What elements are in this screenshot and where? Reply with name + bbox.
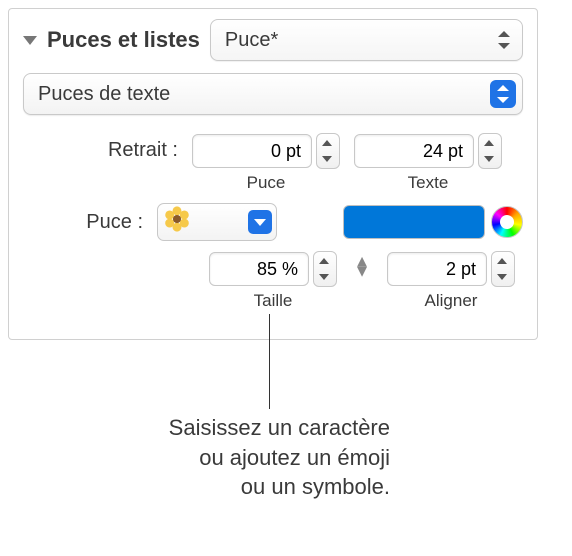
align-field[interactable] — [387, 252, 487, 286]
chevron-updown-icon — [490, 80, 516, 108]
callout-leader-line — [269, 314, 270, 409]
size-align-row: Taille Aligner — [23, 251, 523, 311]
color-picker-icon[interactable] — [491, 206, 523, 238]
bullet-label: Puce : — [23, 211, 143, 234]
size-group: Taille — [209, 251, 337, 311]
header-row: Puces et listes Puce* — [23, 19, 523, 61]
align-caption: Aligner — [425, 291, 478, 311]
bullet-type-value: Puces de texte — [38, 83, 170, 106]
bullet-color-group — [343, 205, 523, 239]
size-field[interactable] — [209, 252, 309, 286]
callout-text: Saisissez un caractère ou ajoutez un émo… — [70, 413, 390, 502]
disclosure-triangle-icon[interactable] — [23, 36, 37, 45]
flower-icon — [164, 206, 190, 238]
text-indent-group: Texte — [354, 133, 502, 193]
callout-line-1: Saisissez un caractère — [70, 413, 390, 443]
chevron-down-icon — [248, 210, 272, 234]
bullet-indent-stepper[interactable] — [316, 133, 340, 169]
bullets-lists-panel: Puces et listes Puce* Puces de texte Ret… — [8, 8, 538, 340]
bullet-character-popup[interactable] — [157, 203, 277, 241]
size-caption: Taille — [254, 291, 293, 311]
bullet-indent-group: Puce — [192, 133, 340, 193]
bullet-indent-field[interactable] — [192, 134, 312, 168]
section-title: Puces et listes — [47, 27, 200, 53]
text-indent-stepper[interactable] — [478, 133, 502, 169]
bullet-color-swatch[interactable] — [343, 205, 485, 239]
bullet-row: Puce : — [23, 203, 523, 241]
chevron-updown-icon — [496, 29, 512, 51]
bullet-indent-caption: Puce — [247, 173, 286, 193]
text-indent-caption: Texte — [408, 173, 449, 193]
align-stepper[interactable] — [491, 251, 515, 287]
size-stepper[interactable] — [313, 251, 337, 287]
text-indent-field[interactable] — [354, 134, 474, 168]
align-group: Aligner — [387, 251, 515, 311]
callout-line-3: ou un symbole. — [70, 472, 390, 502]
bullet-type-popup[interactable]: Puces de texte — [23, 73, 523, 115]
list-style-value: Puce* — [225, 29, 278, 52]
align-updown-icon — [351, 251, 373, 281]
indent-row: Retrait : Puce Texte — [23, 133, 523, 193]
list-style-popup[interactable]: Puce* — [210, 19, 523, 61]
indent-label: Retrait : — [23, 133, 178, 162]
callout-line-2: ou ajoutez un émoji — [70, 443, 390, 473]
